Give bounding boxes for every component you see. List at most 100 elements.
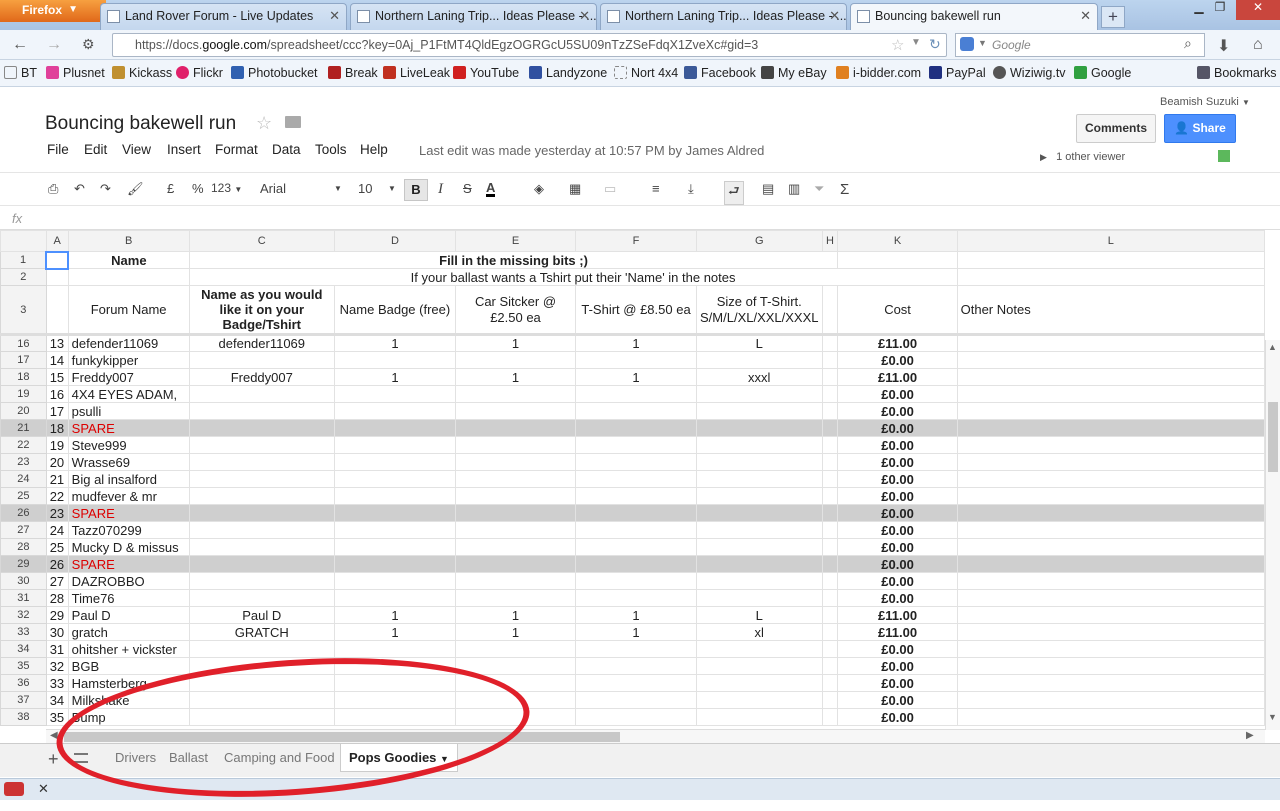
other-notes-cell[interactable] [956, 691, 1265, 709]
scrollbar-thumb[interactable] [1268, 402, 1278, 472]
tshirt-size-cell[interactable]: L [696, 334, 823, 352]
print-icon[interactable]: ⎙ [48, 181, 58, 197]
cost-cell[interactable]: £0.00 [837, 674, 958, 692]
table-cell[interactable] [821, 521, 839, 539]
font-size-select[interactable]: 10 ▼ [358, 181, 396, 196]
name-header-cell[interactable]: Name [67, 251, 190, 269]
cost-cell[interactable]: £0.00 [837, 453, 958, 471]
bookmark-item[interactable]: Facebook [684, 66, 756, 80]
index-cell[interactable]: 15 [45, 368, 69, 386]
car-sticker-header[interactable]: Car Sitcker @ £2.50 ea [454, 285, 577, 336]
tshirt-size-cell[interactable] [696, 708, 823, 726]
tshirt-size-cell[interactable]: xl [696, 623, 823, 641]
vertical-align-icon[interactable]: ⤓ [688, 181, 694, 197]
row-number[interactable]: 38 [0, 708, 47, 726]
row-number[interactable]: 17 [0, 351, 47, 369]
index-cell[interactable]: 19 [45, 436, 69, 454]
row-number[interactable]: 36 [0, 674, 47, 692]
index-cell[interactable]: 23 [45, 504, 69, 522]
adblock-icon[interactable] [4, 782, 24, 796]
forum-name-cell[interactable]: gratch [67, 623, 190, 641]
badge-name-cell[interactable]: Freddy007 [188, 368, 335, 386]
table-cell[interactable] [821, 368, 839, 386]
name-badge-cell[interactable] [333, 538, 456, 556]
car-sticker-cell[interactable]: 1 [454, 623, 577, 641]
bookmark-item[interactable]: i-bidder.com [836, 66, 921, 80]
car-sticker-cell[interactable] [454, 470, 577, 488]
cost-cell[interactable]: £0.00 [837, 436, 958, 454]
forum-name-cell[interactable]: Tazz070299 [67, 521, 190, 539]
row-number[interactable]: 18 [0, 368, 47, 386]
car-sticker-cell[interactable] [454, 351, 577, 369]
close-icon[interactable]: ✕ [38, 781, 49, 797]
row-number[interactable]: 35 [0, 657, 47, 675]
bookmark-star-icon[interactable]: ☆ [891, 36, 904, 54]
chevron-right-icon[interactable]: ▶ [1246, 730, 1254, 741]
index-cell[interactable]: 26 [45, 555, 69, 573]
bookmark-item[interactable]: Kickass [112, 66, 172, 80]
table-cell[interactable] [821, 402, 839, 420]
restore-icon[interactable]: ❐ [1205, 0, 1235, 20]
name-badge-header[interactable]: Name Badge (free) [333, 285, 456, 336]
tshirt-size-cell[interactable] [696, 470, 823, 488]
name-badge-cell[interactable]: 1 [333, 368, 456, 386]
tshirt-cell[interactable] [575, 555, 697, 573]
menu-file[interactable]: File [47, 142, 69, 157]
table-cell[interactable] [821, 351, 839, 369]
tshirt-size-cell[interactable]: xxxl [696, 368, 823, 386]
cost-cell[interactable]: £11.00 [837, 623, 958, 641]
badge-name-cell[interactable] [188, 351, 335, 369]
tshirt-size-cell[interactable] [696, 572, 823, 590]
account-menu[interactable]: Beamish Suzuki ▼ [1160, 96, 1250, 108]
table-cell[interactable] [821, 640, 839, 658]
forum-name-cell[interactable]: DAZROBBO [67, 572, 190, 590]
column-header[interactable]: K [837, 230, 958, 252]
car-sticker-cell[interactable] [454, 538, 577, 556]
folder-icon[interactable] [285, 116, 301, 128]
table-cell[interactable] [821, 285, 839, 336]
viewers-dropdown[interactable]: ▶ 1 other viewer [1040, 151, 1125, 163]
other-notes-cell[interactable] [956, 538, 1265, 556]
cost-cell[interactable]: £0.00 [837, 657, 958, 675]
row-number[interactable]: 22 [0, 436, 47, 454]
tshirt-cell[interactable] [575, 521, 697, 539]
browser-tab[interactable]: Land Rover Forum - Live Updates ✕ [100, 3, 347, 30]
chevron-up-icon[interactable]: ▲ [1268, 342, 1277, 352]
forum-name-cell[interactable]: 4X4 EYES ADAM, [67, 385, 190, 403]
table-cell[interactable] [821, 419, 839, 437]
row-number[interactable]: 31 [0, 589, 47, 607]
undo-icon[interactable]: ↶ [74, 181, 85, 197]
tshirt-cell[interactable] [575, 538, 697, 556]
tshirt-size-cell[interactable] [696, 657, 823, 675]
table-cell[interactable] [821, 453, 839, 471]
table-cell[interactable] [821, 674, 839, 692]
name-badge-cell[interactable] [333, 555, 456, 573]
cost-cell[interactable]: £11.00 [837, 368, 958, 386]
menu-view[interactable]: View [122, 142, 151, 157]
close-icon[interactable]: ✕ [829, 8, 840, 24]
tshirt-cell[interactable] [575, 453, 697, 471]
cost-cell[interactable]: £0.00 [837, 385, 958, 403]
car-sticker-cell[interactable] [454, 589, 577, 607]
other-notes-cell[interactable] [956, 504, 1265, 522]
forward-icon[interactable]: → [46, 36, 62, 54]
name-badge-cell[interactable] [333, 470, 456, 488]
badge-name-cell[interactable] [188, 436, 335, 454]
index-cell[interactable]: 18 [45, 419, 69, 437]
other-notes-cell[interactable] [956, 453, 1265, 471]
column-header[interactable]: G [696, 230, 823, 252]
other-notes-cell[interactable] [956, 589, 1265, 607]
name-badge-cell[interactable] [333, 419, 456, 437]
tshirt-size-cell[interactable] [696, 436, 823, 454]
other-notes-cell[interactable] [956, 334, 1265, 352]
row-number[interactable]: 3 [0, 285, 47, 336]
table-cell[interactable] [821, 436, 839, 454]
table-cell[interactable] [821, 385, 839, 403]
car-sticker-cell[interactable]: 1 [454, 368, 577, 386]
address-bar[interactable]: https://docs.google.com/spreadsheet/ccc?… [112, 33, 947, 57]
other-notes-cell[interactable] [956, 623, 1265, 641]
menu-tools[interactable]: Tools [315, 142, 347, 157]
corner-cell[interactable] [0, 230, 47, 252]
percent-format-button[interactable]: % [192, 181, 204, 196]
window-close-icon[interactable]: ✕ [1236, 0, 1280, 20]
